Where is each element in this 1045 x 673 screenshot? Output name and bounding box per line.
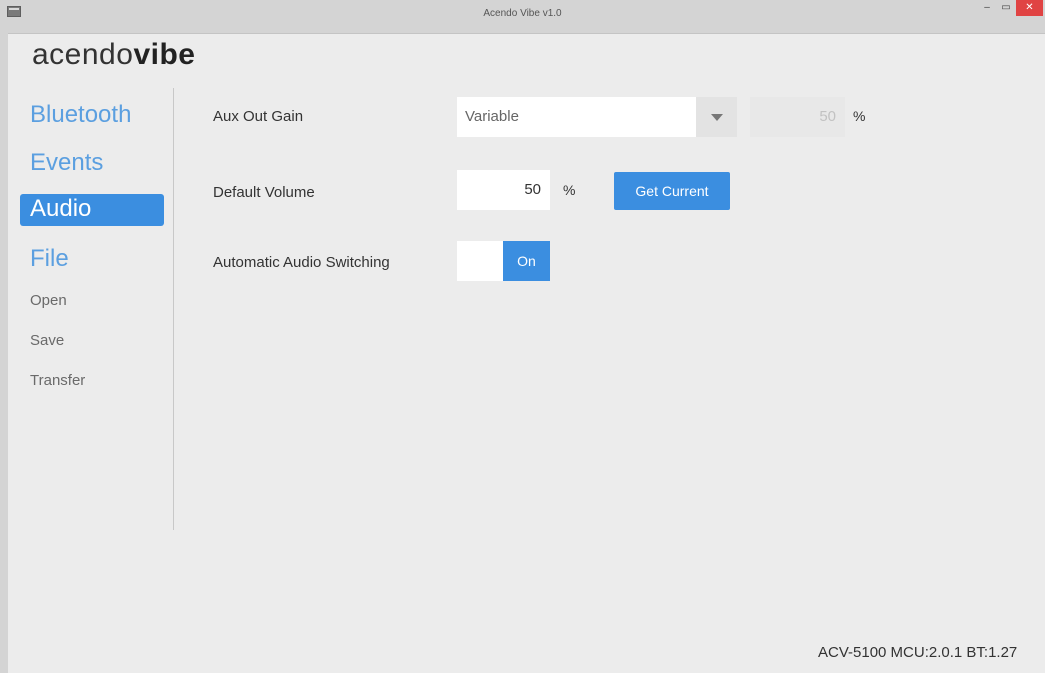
device-status-text: ACV-5100 MCU:2.0.1 BT:1.27 — [818, 644, 1018, 661]
file-open-link[interactable]: Open — [30, 292, 67, 309]
sidebar-divider — [173, 88, 174, 530]
default-volume-label: Default Volume — [213, 184, 315, 201]
aux-out-gain-input: 50 — [750, 97, 845, 137]
sidebar-item-audio[interactable]: Audio — [20, 194, 164, 226]
auto-audio-switching-toggle[interactable]: On — [457, 241, 550, 281]
file-save-link[interactable]: Save — [30, 332, 64, 349]
aux-out-gain-unit: % — [853, 108, 866, 124]
logo-text-bold: vibe — [133, 38, 196, 71]
aux-out-gain-label: Aux Out Gain — [213, 108, 304, 125]
sidebar-item-bluetooth[interactable]: Bluetooth — [20, 100, 164, 132]
file-transfer-link[interactable]: Transfer — [30, 372, 85, 389]
chevron-down-icon[interactable] — [696, 97, 737, 137]
toggle-on-state[interactable]: On — [503, 241, 550, 281]
maximize-button[interactable]: ▭ — [997, 0, 1015, 16]
minimize-button[interactable]: – — [978, 0, 996, 16]
aux-out-gain-select-value: Variable — [465, 108, 519, 125]
default-volume-input[interactable]: 50 — [457, 170, 550, 210]
window-frame-left — [0, 33, 8, 673]
sidebar-item-file[interactable]: File — [20, 244, 164, 276]
get-current-button[interactable]: Get Current — [614, 172, 730, 210]
window-title: Acendo Vibe v1.0 — [483, 8, 562, 19]
auto-audio-switching-label: Automatic Audio Switching — [213, 254, 390, 271]
logo-text-light: acendo — [32, 38, 134, 71]
sidebar-item-events[interactable]: Events — [20, 148, 164, 180]
close-button[interactable]: ✕ — [1016, 0, 1043, 16]
default-volume-unit: % — [563, 182, 576, 198]
app-logo: acendovibe — [32, 38, 195, 72]
window-titlebar[interactable]: Acendo Vibe v1.0 – ▭ ✕ — [0, 0, 1045, 34]
aux-out-gain-select[interactable]: Variable — [457, 97, 737, 137]
